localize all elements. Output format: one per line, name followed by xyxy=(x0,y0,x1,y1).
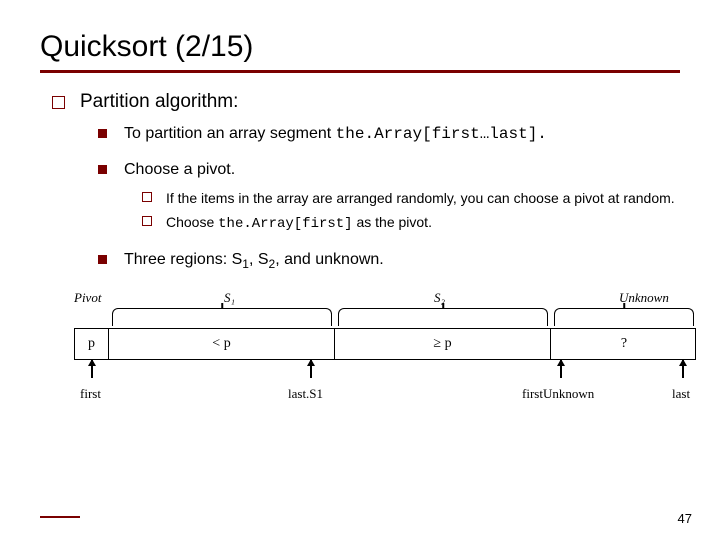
title-underline xyxy=(40,70,680,73)
bullet-lvl1-text: Partition algorithm: xyxy=(80,91,238,112)
arrow-last xyxy=(682,360,684,378)
slide-title: Quicksort (2/15) xyxy=(40,30,680,64)
seg-lt: < p xyxy=(109,329,335,359)
seg-pivot: p xyxy=(75,329,109,359)
bullet-lvl2-b: Choose a pivot. If the items in the arra… xyxy=(98,161,680,233)
arrow-first xyxy=(91,360,93,378)
label-pivot: Pivot xyxy=(74,290,101,306)
brace-row xyxy=(74,308,696,328)
brace-unknown xyxy=(554,308,694,326)
label-firstunknown: firstUnknown xyxy=(522,386,594,402)
lvl3-b-code: the.Array[first] xyxy=(218,216,352,232)
lvl3-b-pre: Choose xyxy=(166,214,218,230)
bullet-lvl2-c: Three regions: S1, S2, and unknown. xyxy=(98,251,680,271)
label-unknown: Unknown xyxy=(619,290,669,306)
label-lasts1: last.S1 xyxy=(288,386,323,402)
lvl2-a-code: the.Array[first…last]. xyxy=(336,125,547,143)
bullet-lvl3-a: If the items in the array are arranged r… xyxy=(142,189,680,207)
label-first: first xyxy=(80,386,101,402)
bar-row: p < p ≥ p ? xyxy=(74,328,696,360)
seg-unknown: ? xyxy=(551,329,697,359)
partition-diagram: Pivot S₁ S₂ Unknown p < p ≥ p ? first la… xyxy=(74,290,696,404)
arrow-lasts1 xyxy=(310,360,312,378)
lvl2-c-pre: Three regions: S xyxy=(124,251,242,268)
lvl2-a-pre: To partition an array segment xyxy=(124,125,336,142)
bullet-lvl1: Partition algorithm: To partition an arr… xyxy=(52,91,680,272)
bullet-lvl3-b: Choose the.Array[first] as the pivot. xyxy=(142,213,680,233)
diagram-bottom-labels: first last.S1 firstUnknown last xyxy=(74,386,696,404)
lvl3-b-post: as the pivot. xyxy=(353,214,432,230)
lvl2-c-mid: , S xyxy=(249,251,269,268)
diagram-top-labels: Pivot S₁ S₂ Unknown xyxy=(74,290,696,308)
page-number: 47 xyxy=(678,511,692,526)
bullet-lvl2-a: To partition an array segment the.Array[… xyxy=(98,125,680,143)
seg-ge: ≥ p xyxy=(335,329,551,359)
label-last: last xyxy=(672,386,690,402)
brace-s1 xyxy=(112,308,332,326)
label-s1: S₁ xyxy=(224,290,235,306)
lvl2-c-s1: 1 xyxy=(242,258,249,272)
arrow-firstunknown xyxy=(560,360,562,378)
lvl2-c-post: , and unknown. xyxy=(275,251,384,268)
brace-s2 xyxy=(338,308,548,326)
arrow-row xyxy=(74,360,696,386)
footer-rule xyxy=(40,516,80,518)
lvl2-b-text: Choose a pivot. xyxy=(124,161,235,178)
